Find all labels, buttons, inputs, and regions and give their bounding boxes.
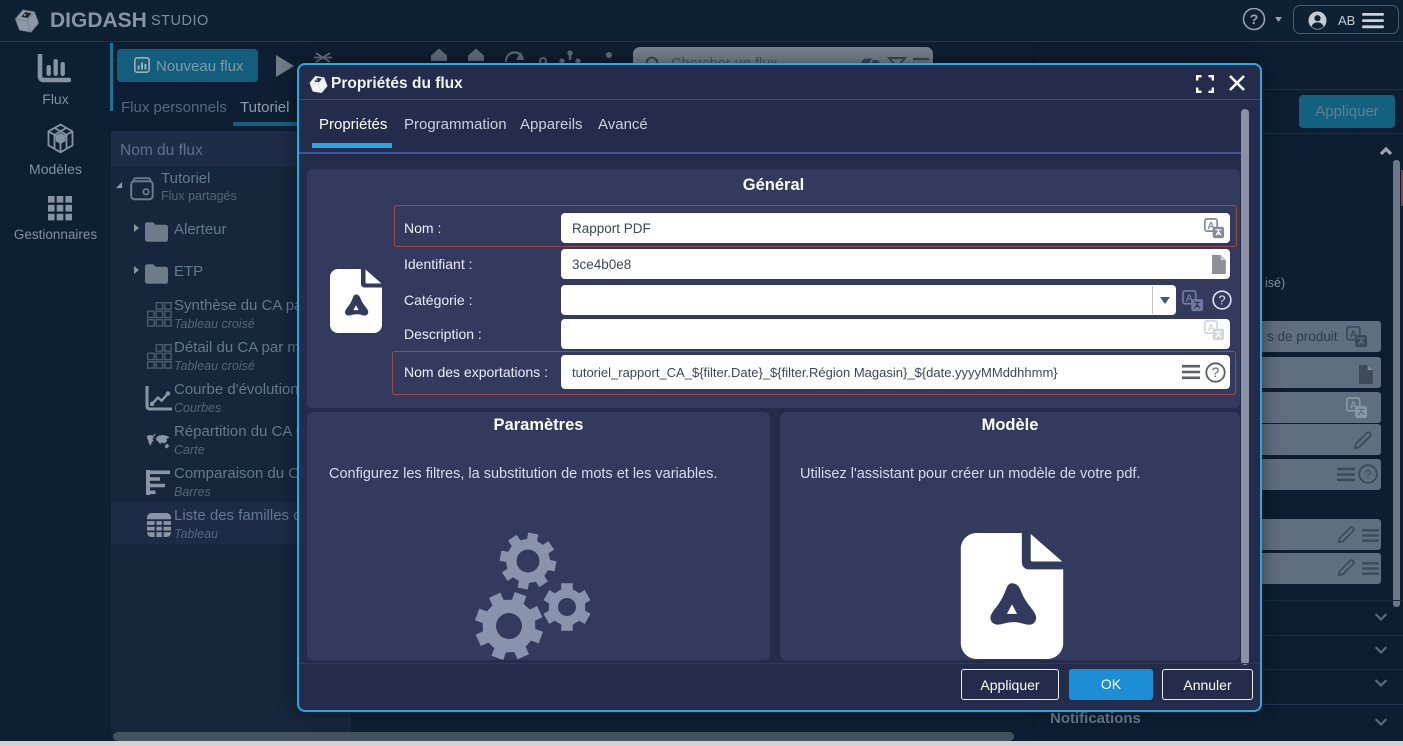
- svg-text:?: ?: [1250, 11, 1259, 27]
- svg-text:?: ?: [1365, 467, 1372, 481]
- svg-text:?: ?: [1218, 292, 1225, 307]
- svg-text:?: ?: [1212, 365, 1220, 380]
